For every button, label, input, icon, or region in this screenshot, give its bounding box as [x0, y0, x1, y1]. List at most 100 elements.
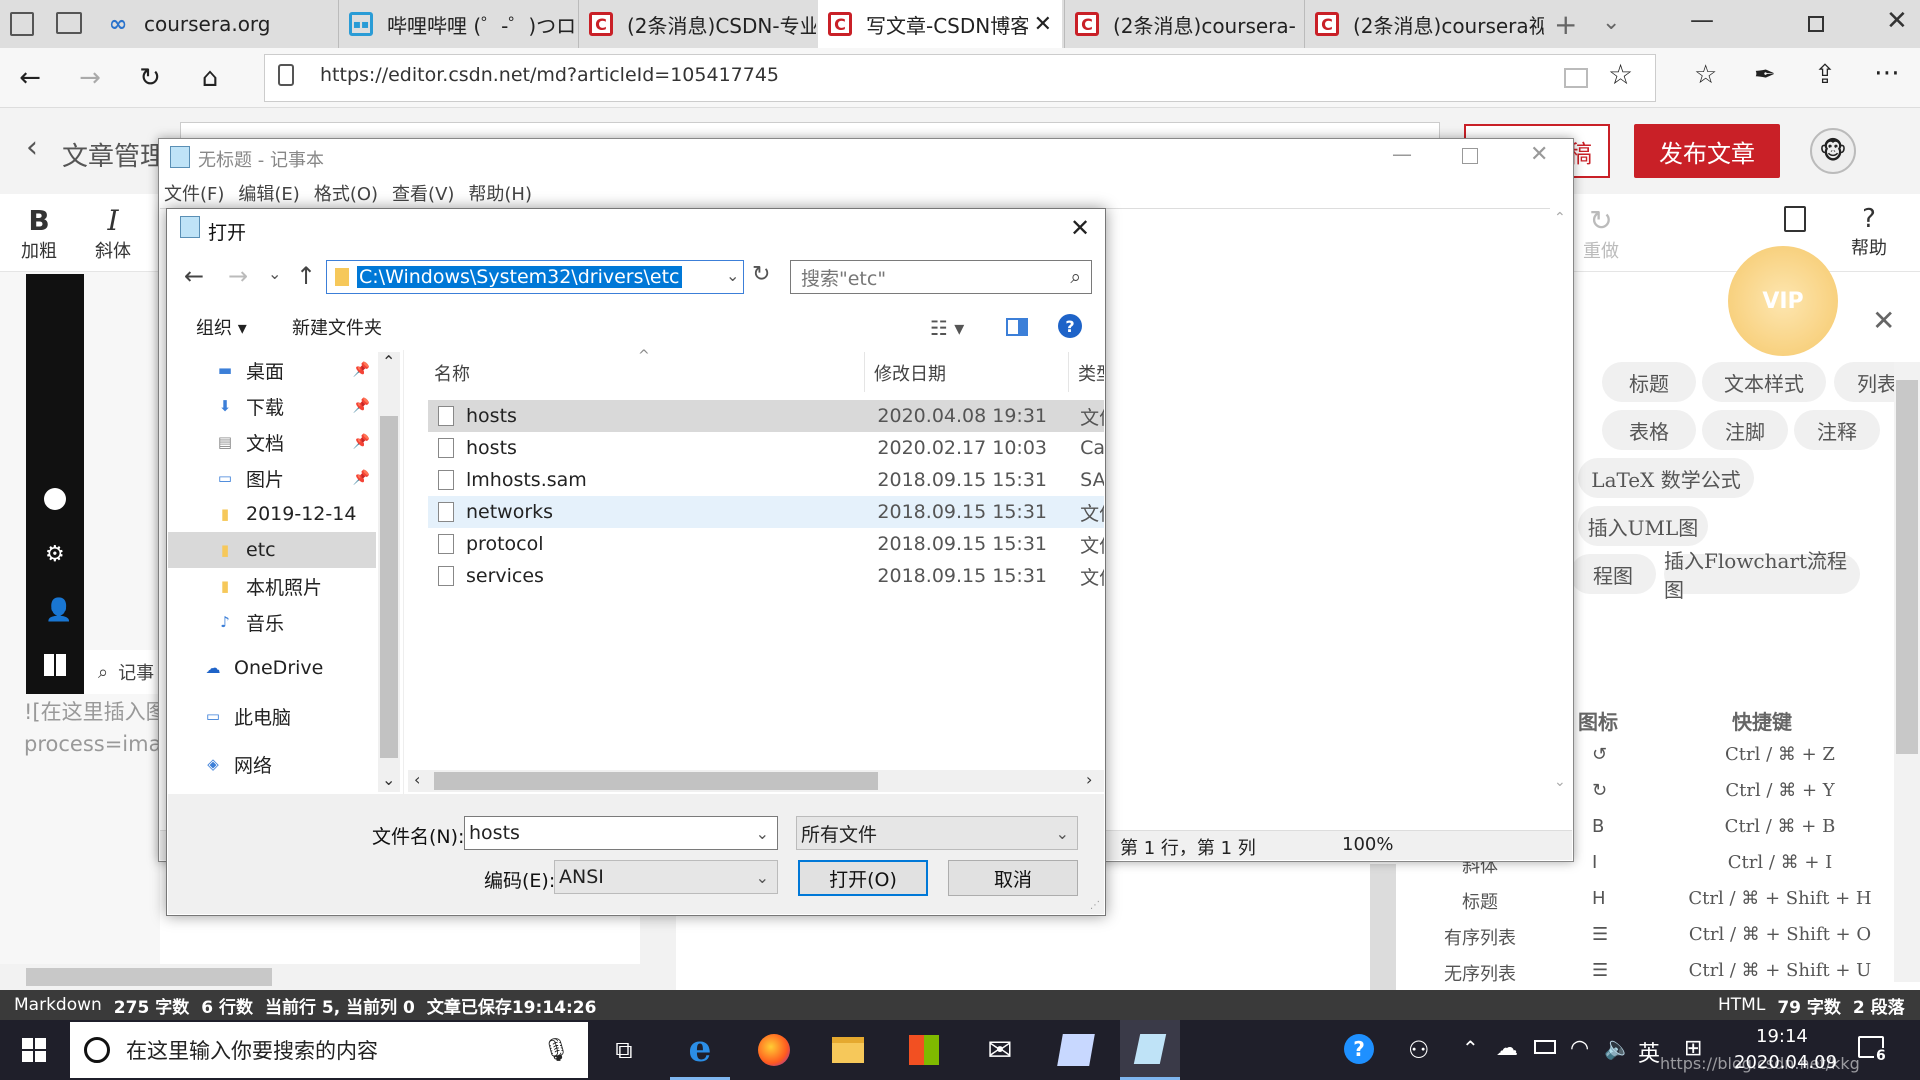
path-dropdown-icon[interactable]: ⌄	[726, 266, 739, 285]
dialog-up-icon[interactable]: ↑	[296, 262, 316, 290]
dialog-back-icon[interactable]: ←	[184, 262, 204, 290]
column-header-name[interactable]: 名称	[434, 360, 470, 386]
editor-hscroll-thumb[interactable]	[26, 968, 272, 986]
nav-item-onedrive[interactable]: ☁ OneDrive	[168, 650, 376, 686]
store-icon[interactable]	[894, 1020, 954, 1080]
notepad-minimize-icon[interactable]: —	[1392, 142, 1412, 166]
nav-item--[interactable]: ▤ 文档 📌	[168, 424, 376, 460]
battery-icon[interactable]	[1534, 1040, 1556, 1054]
tray-chevron-icon[interactable]: ⌃	[1462, 1036, 1479, 1060]
nav-item--[interactable]: ▬ 桌面 📌	[168, 352, 376, 388]
file-explorer-icon[interactable]	[818, 1020, 878, 1080]
people-icon[interactable]: ⚇	[1408, 1036, 1430, 1064]
notepad-maximize-icon[interactable]	[1462, 148, 1478, 164]
tab-csdn-2[interactable]: C (2条消息)coursera- C	[1064, 0, 1302, 48]
close-window-icon[interactable]: ✕	[1886, 6, 1908, 36]
nav-scroll-down-icon[interactable]: ⌄	[382, 770, 395, 789]
tag-footnote[interactable]: 注脚	[1702, 410, 1788, 450]
filename-input[interactable]: hosts ⌄	[464, 816, 778, 850]
close-help-icon[interactable]: ✕	[1872, 304, 1895, 337]
file-row[interactable]: lmhosts.sam 2018.09.15 15:31 SAI	[428, 464, 1104, 496]
mail-icon[interactable]: ✉	[970, 1020, 1030, 1080]
filetype-select[interactable]: 所有文件 ⌄	[796, 816, 1078, 850]
tag-flowchart-partial[interactable]: 程图	[1570, 554, 1656, 594]
minimize-icon[interactable]: —	[1690, 6, 1714, 34]
nav-item--[interactable]: ▮ 本机照片	[168, 568, 376, 604]
share-icon[interactable]: ⇪	[1814, 60, 1836, 90]
tab-csdn-write[interactable]: C 写文章-CSDN博客 ✕	[818, 0, 1062, 48]
wifi-icon[interactable]: ◠	[1570, 1036, 1589, 1061]
tag-heading[interactable]: 标题	[1602, 362, 1696, 402]
more-icon[interactable]: ⋯	[1874, 58, 1900, 88]
open-button[interactable]: 打开(O)	[798, 860, 928, 896]
restore-icon[interactable]	[1808, 16, 1824, 32]
notepad-task-icon[interactable]	[1120, 1020, 1180, 1080]
start-button[interactable]	[4, 1020, 64, 1080]
file-row[interactable]: hosts 2020.02.17 10:03 Cal	[428, 432, 1104, 464]
menu-file[interactable]: 文件(F)	[164, 180, 224, 206]
nav-item--[interactable]: ▭ 此电脑	[168, 698, 376, 734]
tag-text-style[interactable]: 文本样式	[1702, 362, 1826, 402]
tag-comment[interactable]: 注释	[1794, 410, 1880, 450]
nav-vscroll-thumb[interactable]	[380, 416, 398, 758]
encoding-select[interactable]: ANSI ⌄	[554, 860, 778, 894]
file-scroll-left-icon[interactable]: ‹	[414, 770, 420, 789]
bold-button[interactable]: B 加粗	[14, 204, 64, 263]
tab-coursera[interactable]: ∞ coursera.org	[96, 0, 336, 48]
ime-indicator[interactable]: 英	[1638, 1036, 1660, 1068]
file-row[interactable]: protocol 2018.09.15 15:31 文件	[428, 528, 1104, 560]
tab-list-chevron-icon[interactable]: ⌄	[1602, 10, 1620, 35]
microphone-icon[interactable]: 🎙	[542, 1038, 570, 1063]
tag-table[interactable]: 表格	[1602, 410, 1696, 450]
nav-scroll-up-icon[interactable]: ⌃	[382, 352, 395, 371]
redo-button[interactable]: ↻ 重做	[1576, 204, 1626, 263]
cloud-icon[interactable]: ☁	[1496, 1036, 1518, 1061]
column-header-type[interactable]: 类型	[1078, 360, 1104, 386]
path-refresh-icon[interactable]: ↻	[752, 262, 770, 287]
edge-icon[interactable]: e	[670, 1020, 730, 1080]
tab-actions-icon[interactable]	[10, 12, 34, 36]
nav-item-2019-12-14[interactable]: ▮ 2019-12-14	[168, 496, 376, 532]
file-hscroll-thumb[interactable]	[434, 772, 878, 790]
file-row[interactable]: networks 2018.09.15 15:31 文件	[428, 496, 1104, 528]
dialog-close-icon[interactable]: ✕	[1070, 214, 1090, 242]
nav-item--[interactable]: ▭ 图片 📌	[168, 460, 376, 496]
organize-button[interactable]: 组织 ▾	[196, 314, 247, 340]
vip-badge[interactable]: VIP	[1728, 246, 1838, 356]
tag-flowchart[interactable]: 插入Flowchart流程图	[1664, 549, 1860, 602]
new-folder-button[interactable]: 新建文件夹	[292, 314, 382, 340]
dialog-forward-icon[interactable]: →	[228, 262, 248, 290]
nav-item--[interactable]: ◈ 网络	[168, 746, 376, 782]
resize-grip-icon[interactable]: ⋰	[1090, 900, 1100, 911]
notepad-scroll-down-icon[interactable]: ⌄	[1554, 774, 1566, 790]
dialog-search-input[interactable]: 搜索"etc" ⌕	[790, 260, 1092, 294]
help-circle-icon[interactable]: ?	[1058, 314, 1082, 338]
article-manage-link[interactable]: 文章管理	[62, 136, 166, 173]
task-view-icon[interactable]: ⧉	[594, 1020, 654, 1080]
menu-help[interactable]: 帮助(H)	[468, 180, 532, 206]
menu-format[interactable]: 格式(O)	[314, 180, 378, 206]
feishu-icon[interactable]	[1046, 1020, 1106, 1080]
file-row[interactable]: services 2018.09.15 15:31 文件	[428, 560, 1104, 592]
help-tray-icon[interactable]: ?	[1344, 1034, 1374, 1064]
file-scroll-right-icon[interactable]: ›	[1086, 770, 1092, 789]
nav-item--[interactable]: ♪ 音乐	[168, 604, 376, 640]
back-chevron-icon[interactable]: ‹	[26, 130, 38, 165]
editor-content-line2[interactable]: process=imag	[24, 732, 160, 756]
filename-dropdown-icon[interactable]: ⌄	[756, 824, 769, 843]
tag-latex[interactable]: LaTeX 数学公式	[1578, 458, 1754, 498]
italic-button[interactable]: I 斜体	[88, 204, 138, 263]
favorite-star-icon[interactable]: ☆	[1608, 58, 1633, 91]
editor-content-line1[interactable]: ![在这里插入图	[24, 696, 160, 726]
view-mode-icon[interactable]: ☷ ▾	[930, 316, 964, 340]
firefox-icon[interactable]	[744, 1020, 804, 1080]
tag-uml[interactable]: 插入UML图	[1578, 506, 1708, 546]
notepad-vscroll[interactable]	[1550, 208, 1572, 806]
dialog-recent-chevron-icon[interactable]: ⌄	[268, 264, 281, 283]
avatar[interactable]: 🐵	[1810, 128, 1856, 174]
help-vscroll-thumb[interactable]	[1896, 380, 1918, 754]
volume-icon[interactable]: 🔈	[1604, 1036, 1631, 1061]
file-row[interactable]: hosts 2020.04.08 19:31 文件	[428, 400, 1104, 432]
nav-item-etc[interactable]: ▮ etc	[168, 532, 376, 568]
tab-csdn-1[interactable]: C (2条消息)CSDN-专业	[578, 0, 816, 48]
